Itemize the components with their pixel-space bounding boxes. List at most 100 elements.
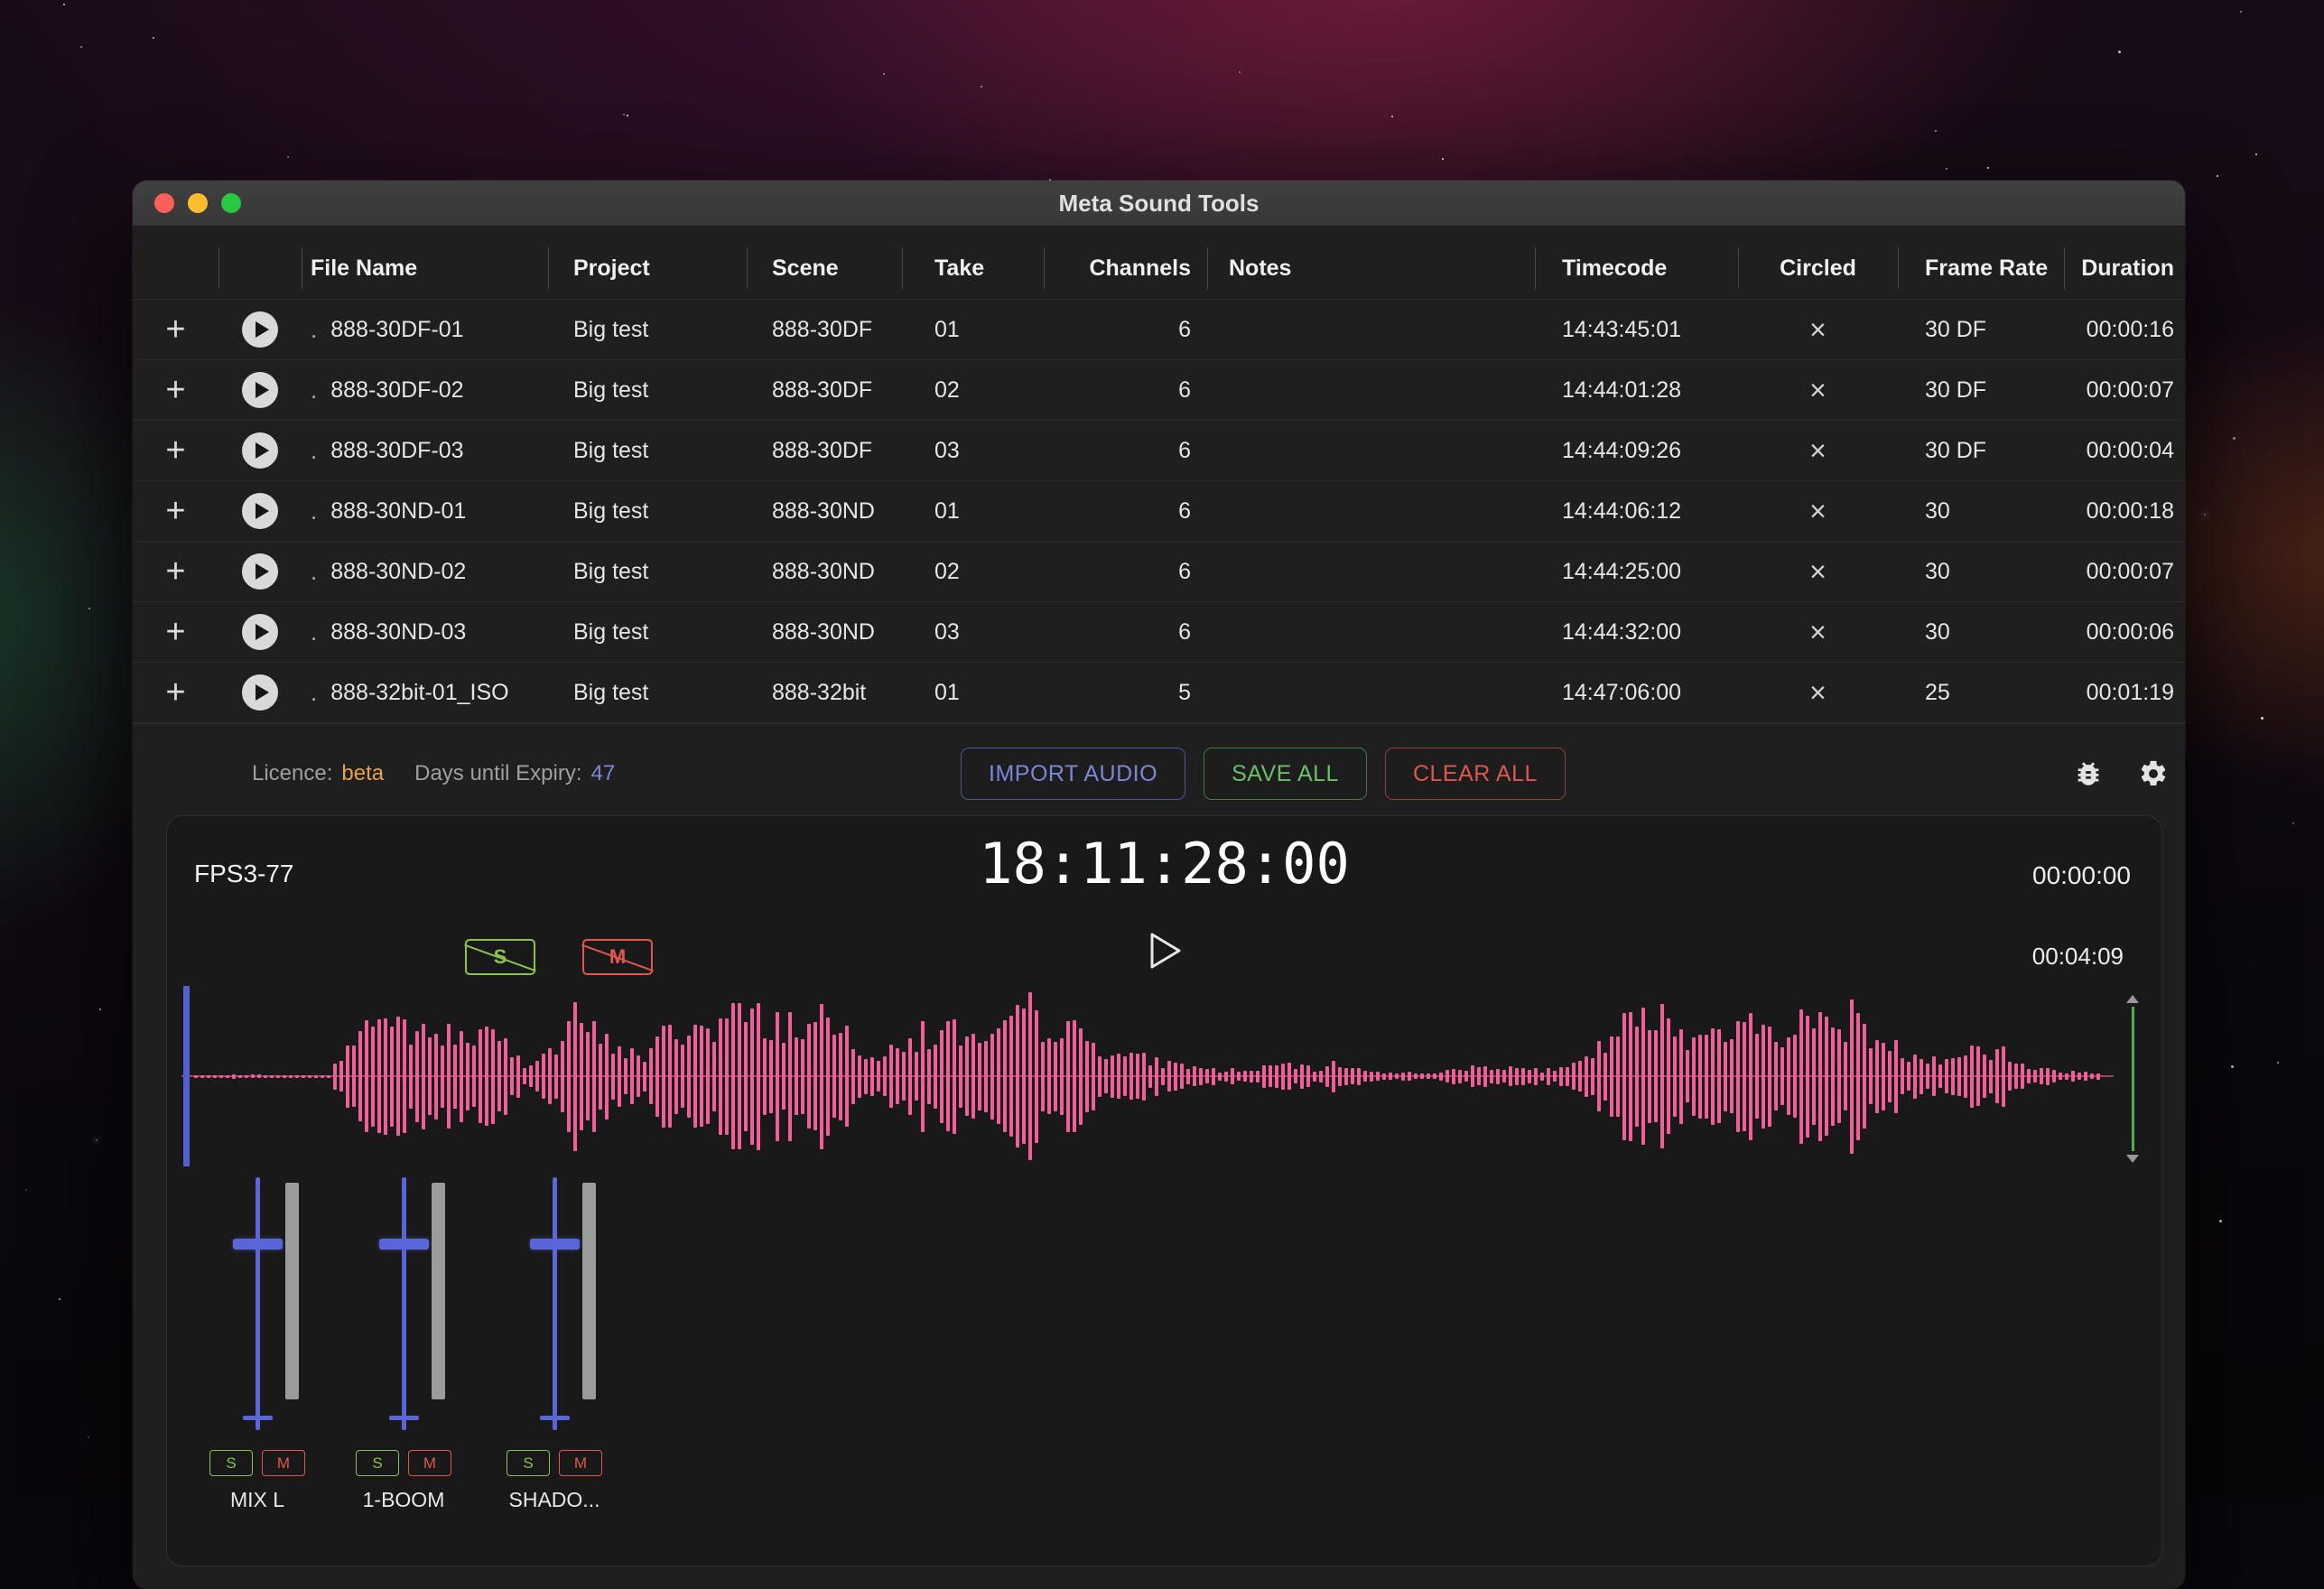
- cell-channels: 6: [1044, 602, 1207, 662]
- cell-plus: +: [133, 300, 218, 359]
- cell-timecode: 14:47:06:00: [1535, 663, 1738, 722]
- column-header-notes[interactable]: Notes: [1207, 237, 1535, 299]
- channel-solo-button[interactable]: S: [209, 1450, 253, 1476]
- import-audio-button[interactable]: IMPORT AUDIO: [961, 748, 1185, 800]
- add-take-button[interactable]: +: [165, 675, 185, 710]
- add-take-button[interactable]: +: [165, 615, 185, 649]
- channel-solo-button[interactable]: S: [356, 1450, 399, 1476]
- cell-file: .888-30DF-01: [302, 300, 548, 359]
- cell-take: 02: [902, 360, 1044, 420]
- waveform[interactable]: [194, 990, 2114, 1163]
- window-titlebar[interactable]: Meta Sound Tools: [133, 181, 2185, 227]
- cell-play: [218, 360, 302, 420]
- circled-x-icon[interactable]: ×: [1809, 374, 1827, 407]
- cell-timecode: 14:44:32:00: [1535, 602, 1738, 662]
- channel-mute-button[interactable]: M: [262, 1450, 305, 1476]
- cell-duration: 00:01:19: [2064, 663, 2185, 722]
- row-status-dot: .: [311, 679, 317, 707]
- row-play-button[interactable]: [242, 493, 278, 529]
- column-header-channels[interactable]: Channels: [1044, 237, 1207, 299]
- cell-circled: ×: [1738, 542, 1898, 601]
- row-status-dot: .: [311, 558, 317, 586]
- row-play-button[interactable]: [242, 674, 278, 711]
- table-row[interactable]: +.888-30ND-01Big test888-30ND01614:44:06…: [133, 481, 2185, 542]
- player-panel: FPS3-77 18:11:28:00 00:00:00 S M 00:04:0…: [166, 815, 2162, 1566]
- cell-file: .888-30DF-02: [302, 360, 548, 420]
- cell-framerate: 30: [1898, 602, 2064, 662]
- add-take-button[interactable]: +: [165, 373, 185, 407]
- table-row[interactable]: +.888-30ND-02Big test888-30ND02614:44:25…: [133, 542, 2185, 602]
- circled-x-icon[interactable]: ×: [1809, 434, 1827, 468]
- column-header-circled[interactable]: Circled: [1738, 237, 1898, 299]
- column-header-scene[interactable]: Scene: [747, 237, 902, 299]
- cell-project: Big test: [548, 360, 747, 420]
- fader-track[interactable]: [256, 1177, 260, 1430]
- cell-duration: 00:00:16: [2064, 300, 2185, 359]
- add-take-button[interactable]: +: [165, 554, 185, 589]
- column-header-file[interactable]: File Name: [302, 237, 548, 299]
- channel-solo-button[interactable]: S: [507, 1450, 550, 1476]
- cell-plus: +: [133, 542, 218, 601]
- file-name: 888-30ND-01: [330, 498, 466, 525]
- cell-plus: +: [133, 481, 218, 541]
- cell-timecode: 14:44:06:12: [1535, 481, 1738, 541]
- circled-x-icon[interactable]: ×: [1809, 313, 1827, 347]
- row-play-button[interactable]: [242, 311, 278, 348]
- circled-x-icon[interactable]: ×: [1809, 495, 1827, 528]
- play-button[interactable]: [1146, 930, 1184, 976]
- cell-file: .888-30ND-03: [302, 602, 548, 662]
- settings-gear-icon[interactable]: [2138, 758, 2169, 789]
- cell-take: 03: [902, 421, 1044, 480]
- save-all-button[interactable]: SAVE ALL: [1204, 748, 1367, 800]
- zoom-slider[interactable]: [2119, 995, 2146, 1163]
- add-take-button[interactable]: +: [165, 433, 185, 468]
- column-header-framerate[interactable]: Frame Rate: [1898, 237, 2064, 299]
- footer-icons: [2073, 724, 2169, 823]
- app-window: Meta Sound Tools File NameProjectSceneTa…: [133, 181, 2185, 1589]
- table-row[interactable]: +.888-30DF-01Big test888-30DF01614:43:45…: [133, 300, 2185, 360]
- column-header-duration[interactable]: Duration: [2064, 237, 2185, 299]
- channel-mute-button[interactable]: M: [559, 1450, 602, 1476]
- cell-framerate: 30 DF: [1898, 421, 2064, 480]
- table-row[interactable]: +.888-30ND-03Big test888-30ND03614:44:32…: [133, 602, 2185, 663]
- fader-thumb[interactable]: [530, 1239, 580, 1250]
- cell-notes: [1207, 421, 1535, 480]
- table-row[interactable]: +.888-30DF-03Big test888-30DF03614:44:09…: [133, 421, 2185, 481]
- column-header-project[interactable]: Project: [548, 237, 747, 299]
- fader-track[interactable]: [402, 1177, 406, 1430]
- solo-all-button[interactable]: S: [465, 939, 535, 975]
- zoom-slider-track: [2132, 1007, 2134, 1151]
- add-take-button[interactable]: +: [165, 494, 185, 528]
- playhead[interactable]: [183, 986, 190, 1166]
- fader-thumb[interactable]: [233, 1239, 283, 1250]
- row-play-button[interactable]: [242, 614, 278, 650]
- cell-scene: 888-30ND: [747, 542, 902, 601]
- row-play-button[interactable]: [242, 372, 278, 408]
- row-play-button[interactable]: [242, 432, 278, 469]
- fader-track[interactable]: [553, 1177, 557, 1430]
- row-play-button[interactable]: [242, 553, 278, 590]
- circled-x-icon[interactable]: ×: [1809, 616, 1827, 649]
- cell-plus: +: [133, 360, 218, 420]
- clear-all-button[interactable]: CLEAR ALL: [1385, 748, 1566, 800]
- file-name: 888-30DF-02: [330, 377, 463, 404]
- mute-all-button[interactable]: M: [582, 939, 653, 975]
- row-status-dot: .: [311, 497, 317, 525]
- cell-notes: [1207, 360, 1535, 420]
- circled-x-icon[interactable]: ×: [1809, 676, 1827, 710]
- row-status-dot: .: [311, 618, 317, 646]
- bug-report-icon[interactable]: [2073, 758, 2104, 789]
- column-header-take[interactable]: Take: [902, 237, 1044, 299]
- cell-channels: 6: [1044, 481, 1207, 541]
- cell-channels: 5: [1044, 663, 1207, 722]
- column-header-play[interactable]: [218, 237, 302, 299]
- cell-play: [218, 300, 302, 359]
- add-take-button[interactable]: +: [165, 312, 185, 347]
- fader-thumb[interactable]: [379, 1239, 429, 1250]
- column-header-timecode[interactable]: Timecode: [1535, 237, 1738, 299]
- channel-mute-button[interactable]: M: [408, 1450, 451, 1476]
- table-row[interactable]: +.888-32bit-01_ISOBig test888-32bit01514…: [133, 663, 2185, 723]
- column-header-plus[interactable]: [133, 237, 218, 299]
- table-row[interactable]: +.888-30DF-02Big test888-30DF02614:44:01…: [133, 360, 2185, 421]
- circled-x-icon[interactable]: ×: [1809, 555, 1827, 589]
